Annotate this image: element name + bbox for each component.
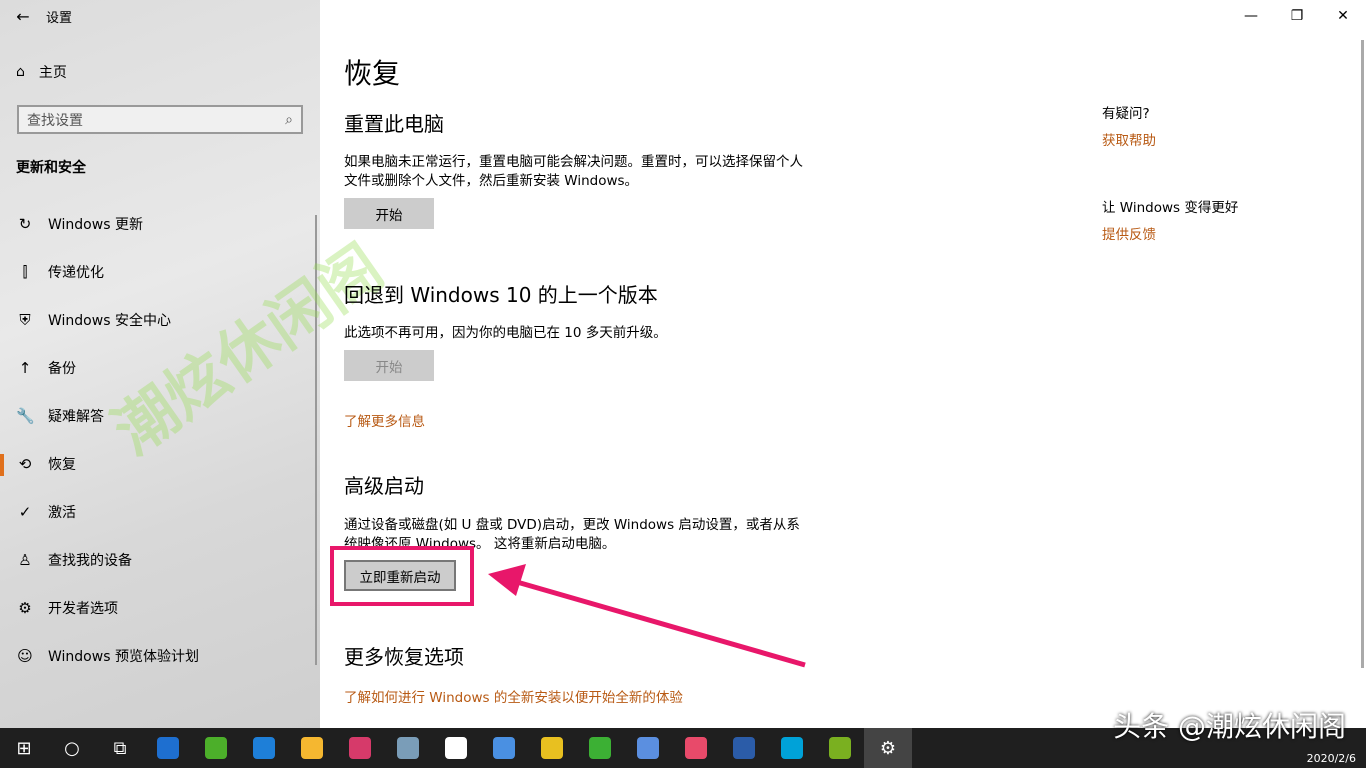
app-icon	[445, 737, 467, 759]
app-icon	[733, 737, 755, 759]
app-icon	[637, 737, 659, 759]
maximize-button[interactable]: ❐	[1274, 0, 1320, 32]
taskbar-app-icon[interactable]	[624, 728, 672, 768]
reset-heading: 重置此电脑	[344, 108, 444, 137]
taskbar-app-icon[interactable]	[288, 728, 336, 768]
sidebar-item-label: Windows 预览体验计划	[48, 646, 199, 666]
fresh-install-link[interactable]: 了解如何进行 Windows 的全新安装以便开始全新的体验	[344, 686, 683, 706]
sidebar-item-label: 传递优化	[48, 262, 104, 282]
question-label: 有疑问?	[1102, 102, 1150, 122]
nav-icon: ⟲	[16, 455, 34, 473]
start-icon[interactable]: ⊞	[0, 728, 48, 768]
nav-icon: ♙	[16, 551, 34, 569]
section-title: 更新和安全	[16, 157, 86, 177]
sidebar-item[interactable]: ⛨ Windows 安全中心	[16, 310, 171, 330]
sidebar-item[interactable]: ⫿ 传递优化	[16, 262, 104, 282]
sidebar-item-label: 疑难解答	[48, 406, 104, 426]
improve-label: 让 Windows 变得更好	[1102, 196, 1238, 216]
reset-start-button[interactable]: 开始	[344, 198, 434, 229]
taskbar-app-icon[interactable]	[240, 728, 288, 768]
nav-icon: ↻	[16, 215, 34, 233]
annotation-arrow	[480, 560, 820, 680]
sidebar-item[interactable]: ↻ Windows 更新	[16, 214, 143, 234]
taskbar-app-icon[interactable]	[336, 728, 384, 768]
taskbar-app-icon[interactable]	[192, 728, 240, 768]
app-icon	[205, 737, 227, 759]
settings-app-icon[interactable]: ⚙	[864, 728, 912, 768]
sidebar-item-label: 开发者选项	[48, 598, 118, 618]
learn-more-link[interactable]: 了解更多信息	[344, 410, 425, 430]
sidebar-item-label: Windows 安全中心	[48, 310, 171, 330]
reset-desc: 如果电脑未正常运行，重置电脑可能会解决问题。重置时，可以选择保留个人文件或删除个…	[344, 153, 804, 191]
taskbar-app-icon[interactable]	[720, 728, 768, 768]
sidebar-item-label: 激活	[48, 502, 76, 522]
nav-icon: ⚙	[16, 599, 34, 617]
app-icon	[589, 737, 611, 759]
nav-icon: ⫿	[16, 263, 34, 281]
advanced-heading: 高级启动	[344, 470, 424, 499]
watermark-diagonal: 潮炫休闲阁	[92, 219, 398, 471]
taskbar-app-icon[interactable]	[576, 728, 624, 768]
back-arrow-icon[interactable]: ←	[0, 7, 46, 26]
sidebar-item-label: 恢复	[48, 454, 76, 474]
cortana-icon[interactable]: ○	[48, 728, 96, 768]
title-bar: ← 设置	[0, 0, 320, 32]
nav-icon: ↑	[16, 359, 34, 377]
app-icon	[781, 737, 803, 759]
app-icon	[829, 737, 851, 759]
sidebar-item[interactable]: ⟲ 恢复	[16, 454, 76, 474]
sidebar-item-label: 备份	[48, 358, 76, 378]
app-icon	[157, 737, 179, 759]
sidebar-item[interactable]: 🔧 疑难解答	[16, 406, 104, 426]
rollback-desc: 此选项不再可用，因为你的电脑已在 10 多天前升级。	[344, 324, 804, 343]
app-icon	[397, 737, 419, 759]
taskbar-app-icon[interactable]	[432, 728, 480, 768]
sidebar: ← 设置 ⌂主页 查找设置⌕ 更新和安全 ↻ Windows 更新 ⫿ 传递优化 ⛨ Wi…	[0, 0, 320, 728]
window-title: 设置	[46, 7, 72, 26]
nav-icon: ☺	[16, 647, 34, 665]
app-icon	[493, 737, 515, 759]
app-icon	[253, 737, 275, 759]
app-icon	[349, 737, 371, 759]
page-title: 恢复	[344, 52, 400, 92]
date: 2020/2/6	[1307, 752, 1356, 765]
taskbar-app-icon[interactable]	[384, 728, 432, 768]
sidebar-item[interactable]: ↑ 备份	[16, 358, 76, 378]
taskbar-app-icon[interactable]	[768, 728, 816, 768]
app-icon	[541, 737, 563, 759]
nav-icon: 🔧	[16, 407, 34, 425]
get-help-link[interactable]: 获取帮助	[1102, 129, 1156, 149]
sidebar-item[interactable]: ☺ Windows 预览体验计划	[16, 646, 199, 666]
sidebar-item-home[interactable]: ⌂主页	[16, 62, 67, 82]
app-icon	[301, 737, 323, 759]
selected-indicator	[0, 454, 4, 476]
app-icon	[685, 737, 707, 759]
search-input[interactable]: 查找设置⌕	[17, 105, 303, 134]
more-heading: 更多恢复选项	[344, 641, 464, 670]
highlight-box	[330, 546, 474, 606]
taskbar-app-icon[interactable]	[672, 728, 720, 768]
sidebar-item[interactable]: ✓ 激活	[16, 502, 76, 522]
nav-icon: ✓	[16, 503, 34, 521]
feedback-link[interactable]: 提供反馈	[1102, 223, 1156, 243]
search-icon: ⌕	[285, 112, 293, 128]
watermark: 头条 @潮炫休闲阁	[1113, 705, 1346, 745]
close-button[interactable]: ✕	[1320, 0, 1366, 32]
nav-icon: ⛨	[16, 311, 34, 329]
main-scrollbar[interactable]	[1361, 40, 1364, 668]
task-view-icon[interactable]: ⧉	[96, 728, 144, 768]
taskbar-app-icon[interactable]	[528, 728, 576, 768]
sidebar-item[interactable]: ♙ 查找我的设备	[16, 550, 132, 570]
sidebar-item[interactable]: ⚙ 开发者选项	[16, 598, 118, 618]
taskbar-app-icon[interactable]	[480, 728, 528, 768]
rollback-heading: 回退到 Windows 10 的上一个版本	[344, 279, 658, 308]
rollback-start-button[interactable]: 开始	[344, 350, 434, 381]
taskbar-app-icon[interactable]	[816, 728, 864, 768]
taskbar-app-icon[interactable]	[144, 728, 192, 768]
minimize-button[interactable]: —	[1228, 0, 1274, 32]
home-icon: ⌂	[16, 64, 25, 80]
sidebar-item-label: 查找我的设备	[48, 550, 132, 570]
sidebar-item-label: Windows 更新	[48, 214, 143, 234]
